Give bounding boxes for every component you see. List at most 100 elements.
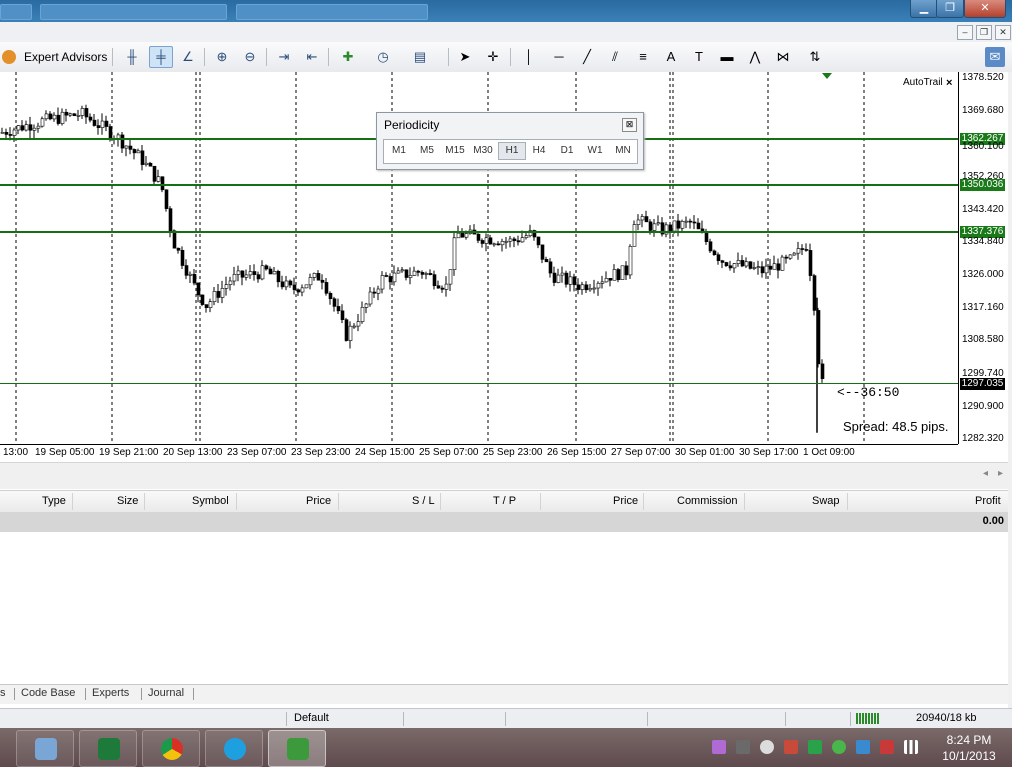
close-button[interactable]: ✕ — [964, 0, 1006, 18]
tray-shield-icon[interactable] — [832, 740, 846, 754]
browser-tab[interactable] — [40, 4, 227, 20]
horizontal-level-line[interactable] — [0, 231, 958, 234]
cursor-icon[interactable]: ➤ — [454, 47, 476, 67]
candle-body — [580, 284, 585, 290]
column-separator[interactable] — [744, 493, 745, 510]
taskbar-excel[interactable] — [79, 730, 137, 767]
candle-body — [316, 273, 321, 281]
terminal-tab[interactable]: Journal — [148, 687, 184, 699]
profile-name[interactable]: Default — [294, 712, 329, 724]
column-header[interactable]: Commission — [677, 495, 738, 507]
column-header[interactable]: Swap — [812, 495, 840, 507]
column-separator[interactable] — [72, 493, 73, 510]
elliott-wave-icon[interactable]: ⋀ — [744, 47, 766, 67]
terminal-tab[interactable]: Code Base — [21, 687, 75, 699]
column-header[interactable]: Symbol — [192, 495, 229, 507]
periodicity-button-d1[interactable]: D1 — [554, 143, 580, 159]
column-header[interactable]: Price — [306, 495, 331, 507]
candle-body — [164, 189, 169, 209]
expert-advisors-icon[interactable] — [2, 50, 16, 64]
indicators-icon[interactable]: ✚ — [337, 47, 359, 67]
periodicity-button-m1[interactable]: M1 — [386, 143, 412, 159]
scroll-right-icon[interactable]: ▸ — [998, 468, 1003, 479]
tray-volume-icon[interactable] — [760, 740, 774, 754]
minimize-button[interactable]: ▁ — [910, 0, 938, 18]
column-separator[interactable] — [236, 493, 237, 510]
column-header[interactable]: S / L — [412, 495, 435, 507]
trendline-icon[interactable]: ╱ — [576, 47, 598, 67]
chat-icon[interactable]: ✉ — [985, 47, 1005, 67]
mdi-minimize-button[interactable]: – — [957, 25, 973, 40]
line-chart-icon[interactable]: ∠ — [177, 47, 199, 67]
gann-icon[interactable]: ⋈ — [772, 47, 794, 67]
tray-flag-icon[interactable] — [880, 740, 894, 754]
chart-shift-marker-icon[interactable] — [822, 73, 832, 79]
tray-device-icon[interactable] — [736, 740, 750, 754]
scroll-left-icon[interactable]: ◂ — [983, 468, 988, 479]
column-header[interactable]: Profit — [975, 495, 1001, 507]
candle-body — [360, 307, 365, 322]
autotrail-close-icon[interactable]: × — [946, 77, 952, 89]
taskbar-metatrader[interactable] — [268, 730, 326, 767]
column-separator[interactable] — [643, 493, 644, 510]
periodicity-close-icon[interactable]: ⊠ — [622, 118, 637, 132]
text-label-icon[interactable]: T — [688, 47, 710, 67]
periodicity-button-m30[interactable]: M30 — [470, 143, 496, 159]
templates-icon[interactable]: ▤ — [409, 47, 431, 67]
periodicity-button-m15[interactable]: M15 — [442, 143, 468, 159]
chart-shift-icon[interactable]: ⇥ — [273, 47, 295, 67]
candlestick-chart-icon[interactable]: ╪ — [149, 46, 173, 68]
periodicity-clock-icon[interactable]: ◷ — [372, 47, 394, 67]
periodicity-button-m5[interactable]: M5 — [414, 143, 440, 159]
periodicity-button-h4[interactable]: H4 — [526, 143, 552, 159]
terminal-tab[interactable]: s — [0, 687, 6, 699]
browser-tab[interactable] — [0, 4, 32, 20]
column-separator[interactable] — [338, 493, 339, 510]
periodicity-button-h1[interactable]: H1 — [498, 142, 526, 160]
column-header[interactable]: Type — [42, 495, 66, 507]
periodicity-window[interactable]: Periodicity ⊠ M1 M5 M15 M30 H1 H4 D1 W1 MN — [376, 112, 644, 170]
terminal-tab[interactable]: Experts — [92, 687, 129, 699]
taskbar-chrome[interactable] — [142, 730, 200, 767]
vertical-line-icon[interactable]: │ — [518, 47, 540, 67]
crosshair-icon[interactable]: ✛ — [482, 47, 504, 67]
bar-chart-icon[interactable]: ╫ — [121, 47, 143, 67]
taskbar-explorer[interactable] — [16, 730, 74, 767]
zoom-in-icon[interactable]: ⊕ — [211, 47, 233, 67]
auto-scroll-icon[interactable]: ⇤ — [301, 47, 323, 67]
column-header[interactable]: Size — [117, 495, 138, 507]
tray-signal-icon[interactable] — [904, 740, 918, 754]
column-separator[interactable] — [540, 493, 541, 510]
tray-check-icon[interactable] — [808, 740, 822, 754]
tray-tool-icon[interactable] — [784, 740, 798, 754]
text-icon[interactable]: A — [660, 47, 682, 67]
column-separator[interactable] — [440, 493, 441, 510]
taskbar-skype[interactable] — [205, 730, 263, 767]
horizontal-level-line[interactable] — [0, 382, 958, 384]
column-header[interactable]: Price — [613, 495, 638, 507]
equidistant-channel-icon[interactable]: ⫽ — [604, 47, 626, 67]
fibonacci-icon[interactable]: ≡ — [632, 47, 654, 67]
zoom-out-icon[interactable]: ⊖ — [239, 47, 261, 67]
mdi-restore-button[interactable]: ❐ — [976, 25, 992, 40]
column-header[interactable]: T / P — [493, 495, 516, 507]
expert-advisors-button[interactable]: Expert Advisors — [24, 50, 107, 64]
periodicity-button-mn[interactable]: MN — [610, 143, 636, 159]
browser-tab[interactable] — [236, 4, 428, 20]
horizontal-level-line[interactable] — [0, 183, 958, 186]
tray-network-icon[interactable] — [856, 740, 870, 754]
candle-body — [800, 248, 805, 250]
column-separator[interactable] — [144, 493, 145, 510]
periodicity-button-w1[interactable]: W1 — [582, 143, 608, 159]
taskbar-clock[interactable]: 8:24 PM 10/1/2013 — [930, 732, 1008, 764]
candle-body — [420, 272, 425, 275]
terminal-body[interactable] — [0, 532, 1008, 684]
candle-body — [4, 132, 9, 135]
tray-pen-icon[interactable] — [712, 740, 726, 754]
rectangle-icon[interactable]: ▬ — [716, 47, 738, 67]
arrows-icon[interactable]: ⇅ — [804, 47, 826, 67]
maximize-button[interactable]: ❐ — [936, 0, 964, 18]
horizontal-line-icon[interactable]: ─ — [548, 47, 570, 67]
column-separator[interactable] — [847, 493, 848, 510]
mdi-close-button[interactable]: ✕ — [995, 25, 1011, 40]
